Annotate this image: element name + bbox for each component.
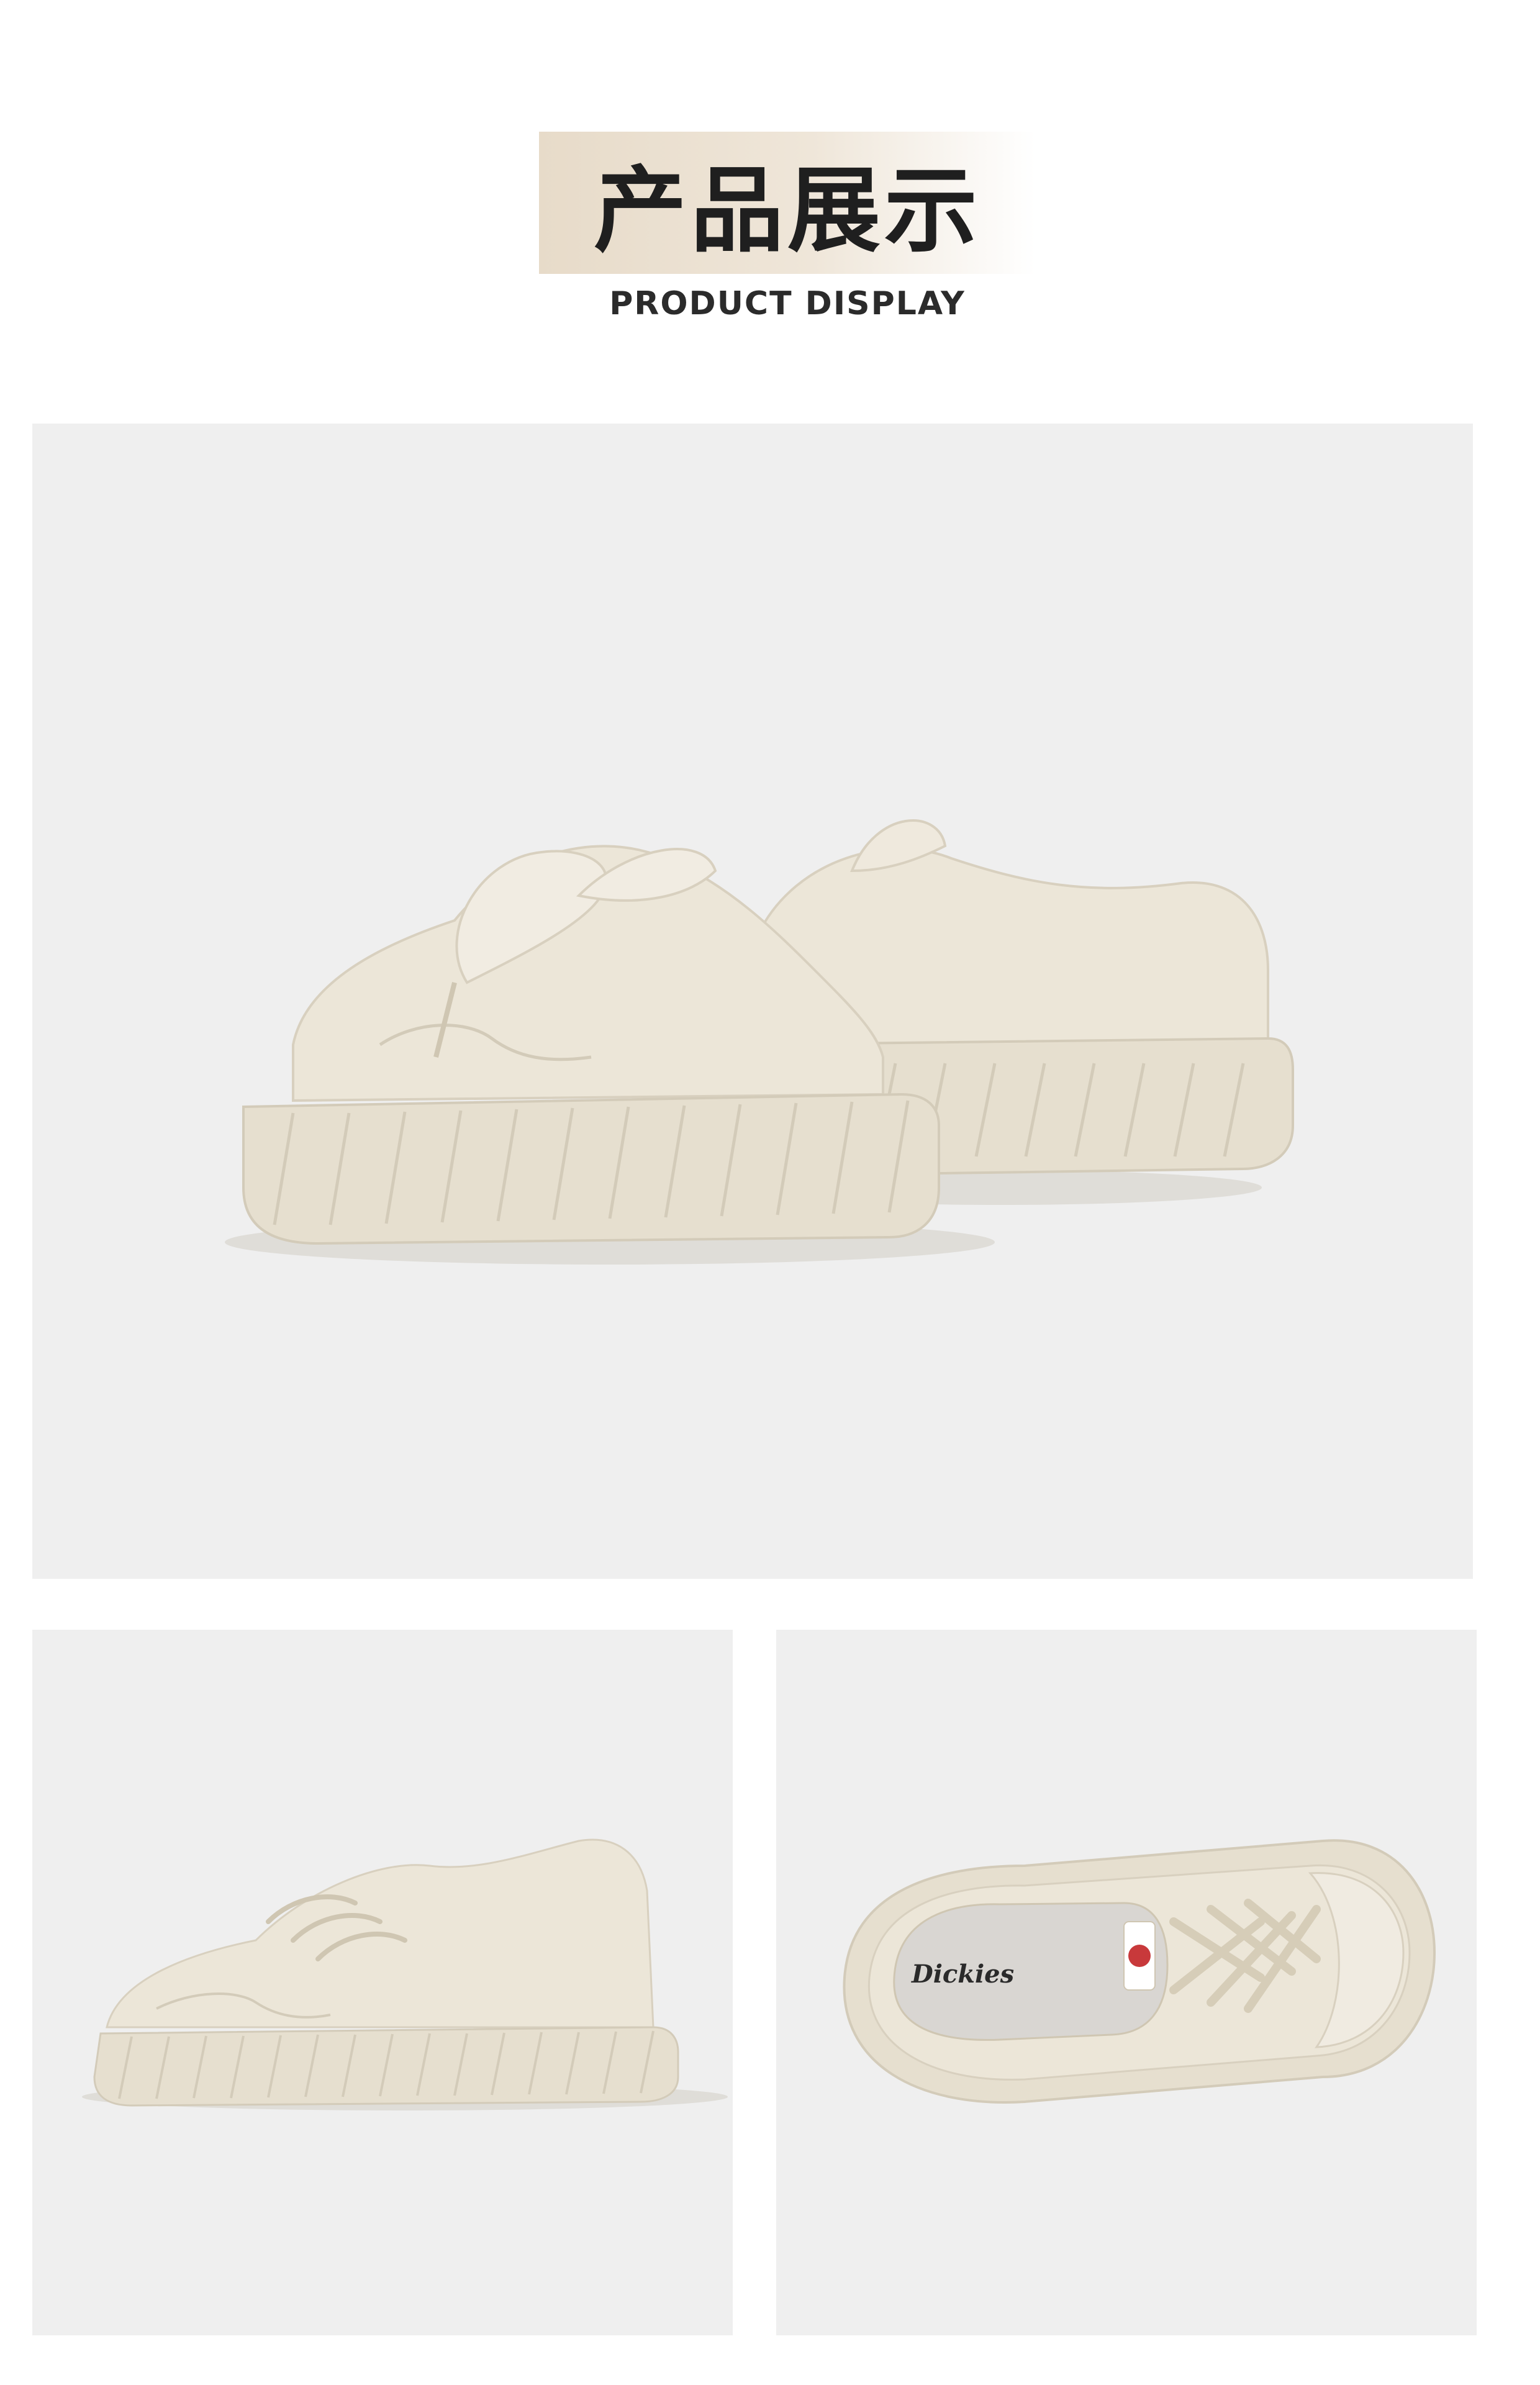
hero-product-image: [32, 424, 1473, 1579]
shoe-top-illustration: Dickies: [843, 1839, 1436, 2104]
section-subtitle: PRODUCT DISPLAY: [609, 285, 966, 322]
section-title: 产品展示: [593, 157, 981, 265]
shoe-side-illustration: [82, 1838, 728, 2110]
insole-brand-logo: Dickies: [911, 1960, 1014, 1989]
top-view-product-image: Dickies: [776, 1630, 1477, 2335]
brand-badge-icon: [1128, 1945, 1151, 1967]
shoe-pair-illustration: [225, 819, 1294, 1265]
side-view-product-image: [32, 1630, 733, 2335]
